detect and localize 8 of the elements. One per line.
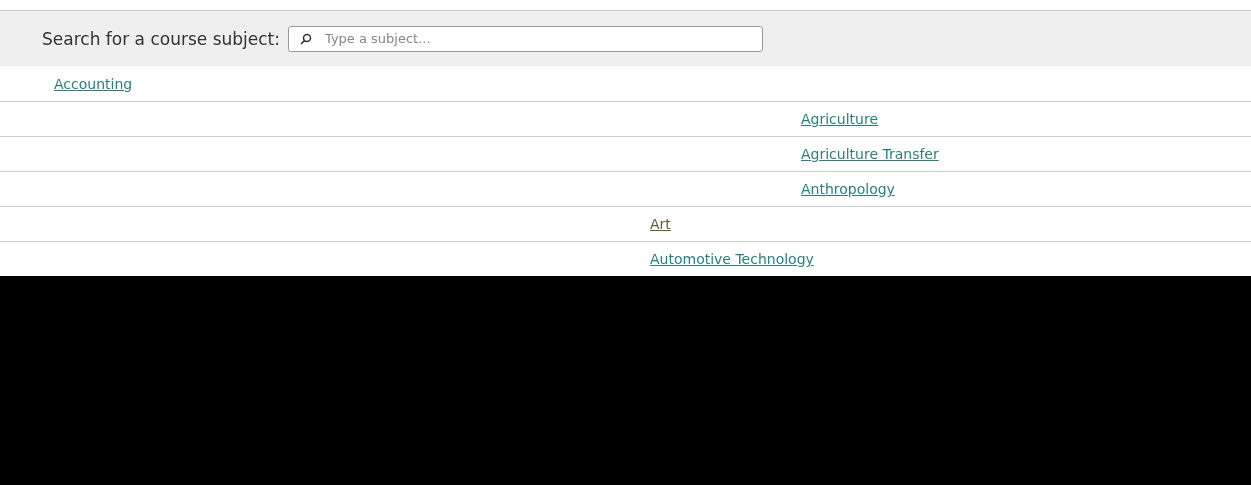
subject-link[interactable]: Anthropology: [801, 181, 895, 197]
search-label: Search for a course subject:: [42, 28, 280, 49]
subject-link[interactable]: Accounting: [54, 75, 133, 92]
subject-link[interactable]: Agriculture Transfer: [801, 146, 939, 162]
subject-link[interactable]: Automotive Technology: [650, 251, 814, 267]
search-field[interactable]: Type a subject...: [288, 25, 763, 52]
subject-link[interactable]: Art: [650, 216, 671, 232]
subject-link[interactable]: Agriculture: [801, 111, 878, 127]
